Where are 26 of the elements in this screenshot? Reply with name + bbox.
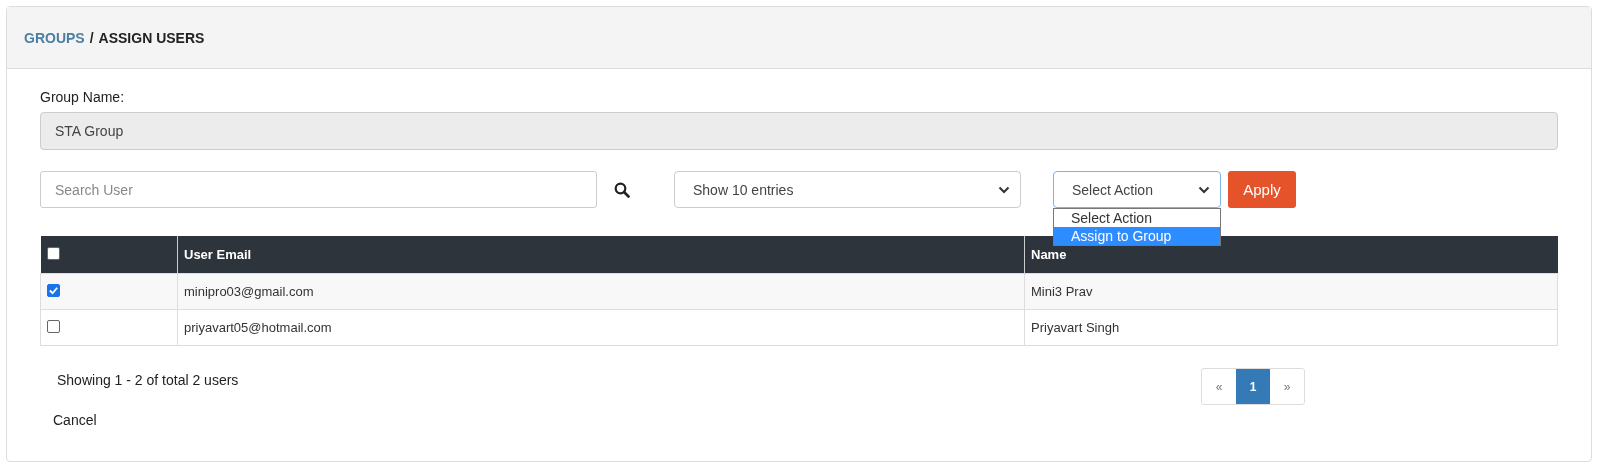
results-summary: Showing 1 - 2 of total 2 users [57, 372, 239, 390]
select-all-checkbox[interactable] [46, 246, 60, 260]
action-select[interactable]: Select Action [1053, 171, 1221, 208]
next-page-button[interactable]: » [1270, 369, 1304, 404]
search-icon[interactable] [614, 181, 630, 198]
search-field[interactable]: Search User [40, 171, 597, 208]
column-header: User Email [177, 236, 1025, 274]
previous-page-button[interactable]: « [1202, 369, 1236, 404]
table-cell: minipro03@gmail.com [177, 273, 1025, 310]
page-title: ASSIGN USERS [98, 29, 205, 46]
apply-button[interactable]: Apply [1228, 171, 1296, 208]
row-checkbox[interactable] [47, 284, 60, 297]
page-button[interactable]: 1 [1236, 369, 1270, 404]
table-cell: Priyavart Singh [1024, 309, 1558, 346]
chevron-icon [998, 185, 1010, 194]
chevron-icon [1198, 185, 1210, 194]
dropdown-option[interactable]: Select Action [1054, 209, 1220, 227]
breadcrumb-link[interactable]: GROUPS [24, 29, 85, 46]
page-size-select[interactable]: Show 10 entries [674, 171, 1021, 208]
table-cell: priyavart05@hotmail.com [177, 309, 1025, 346]
breadcrumb-separator: / [89, 29, 94, 46]
row-checkbox[interactable] [47, 319, 60, 333]
cancel-link[interactable]: Cancel [53, 412, 1558, 428]
dropdown-option[interactable]: Assign to Group [1054, 227, 1220, 245]
table-cell: Mini3 Prav [1024, 273, 1558, 310]
field-label: Group Name: [40, 89, 126, 105]
